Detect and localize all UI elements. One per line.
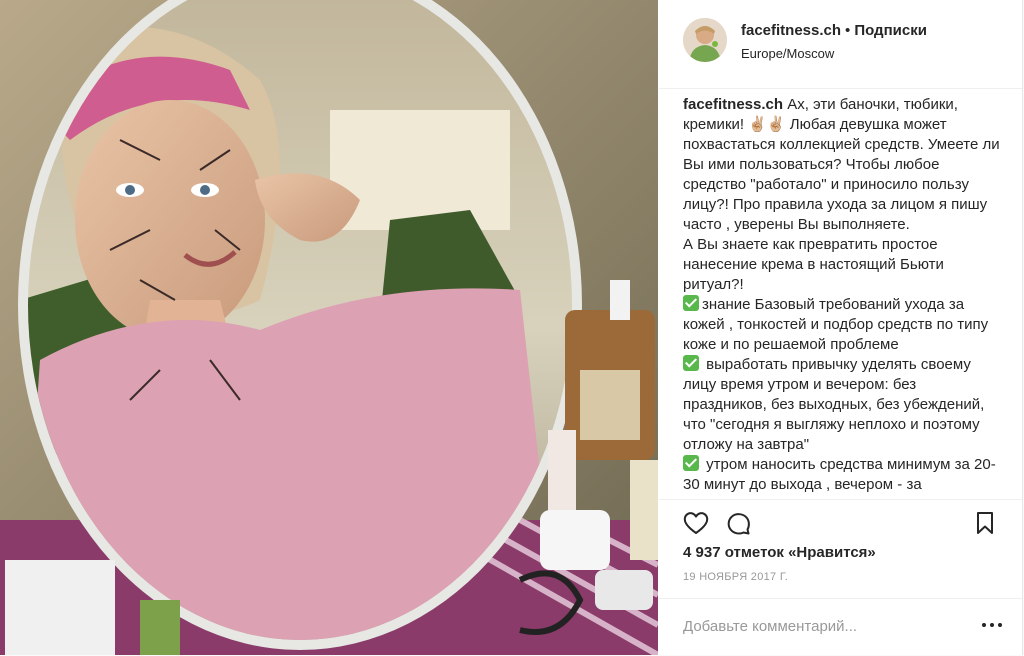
header-user-row: facefitness.ch • Подписки xyxy=(741,22,927,39)
caption-line-3: А Вы знаете как превратить простое нанес… xyxy=(683,236,944,293)
caption-item-1-text: знание Базовый требований ухода за кожей… xyxy=(683,296,989,353)
bookmark-icon[interactable] xyxy=(970,508,1000,538)
caption-item-3: утром наносить средства минимум за 20- 3… xyxy=(683,455,1003,495)
post-caption: facefitness.ch Ах, эти баночки, тюбики, … xyxy=(683,95,1003,498)
username-link[interactable]: facefitness.ch xyxy=(741,22,841,39)
check-mark-icon xyxy=(683,355,699,371)
caption-item-2-text: выработать привычку уделять своему лицу … xyxy=(683,356,985,453)
comment-icon[interactable] xyxy=(723,508,753,538)
avatar[interactable] xyxy=(683,18,727,62)
check-mark-icon xyxy=(683,295,699,311)
location-link[interactable]: Europe/Moscow xyxy=(741,46,834,61)
post-date[interactable]: 19 НОЯБРЯ 2017 Г. xyxy=(683,571,788,583)
heart-icon[interactable] xyxy=(681,508,711,538)
post-photo[interactable] xyxy=(0,0,658,655)
more-options-icon[interactable] xyxy=(977,613,1007,637)
comment-input[interactable] xyxy=(681,612,975,640)
caption-paragraph-1: facefitness.ch Ах, эти баночки, тюбики, … xyxy=(683,95,1003,235)
caption-username[interactable]: facefitness.ch xyxy=(683,96,783,113)
separator-dot: • xyxy=(845,22,851,39)
check-mark-icon xyxy=(683,455,699,471)
post-actions xyxy=(659,499,1022,544)
post-header: facefitness.ch • Подписки Europe/Moscow xyxy=(659,0,1022,89)
instagram-post: facefitness.ch • Подписки Europe/Moscow fa… xyxy=(0,0,1023,655)
avatar-image xyxy=(683,18,727,62)
caption-line-2: Любая девушка может похвастаться коллекц… xyxy=(683,116,1000,233)
caption-item-3-text: утром наносить средства минимум за 20- 3… xyxy=(683,456,996,493)
caption-item-2: выработать привычку уделять своему лицу … xyxy=(683,355,1003,455)
photo-illustration xyxy=(0,0,658,655)
likes-count[interactable]: 4 937 отметок «Нравится» xyxy=(683,544,876,561)
post-sidebar: facefitness.ch • Подписки Europe/Moscow fa… xyxy=(659,0,1022,655)
comment-bar xyxy=(659,598,1022,656)
victory-hand-emoji: ✌🏼✌🏼 xyxy=(748,116,786,133)
follow-button[interactable]: Подписки xyxy=(854,22,927,39)
caption-item-1: знание Базовый требований ухода за кожей… xyxy=(683,295,1003,355)
